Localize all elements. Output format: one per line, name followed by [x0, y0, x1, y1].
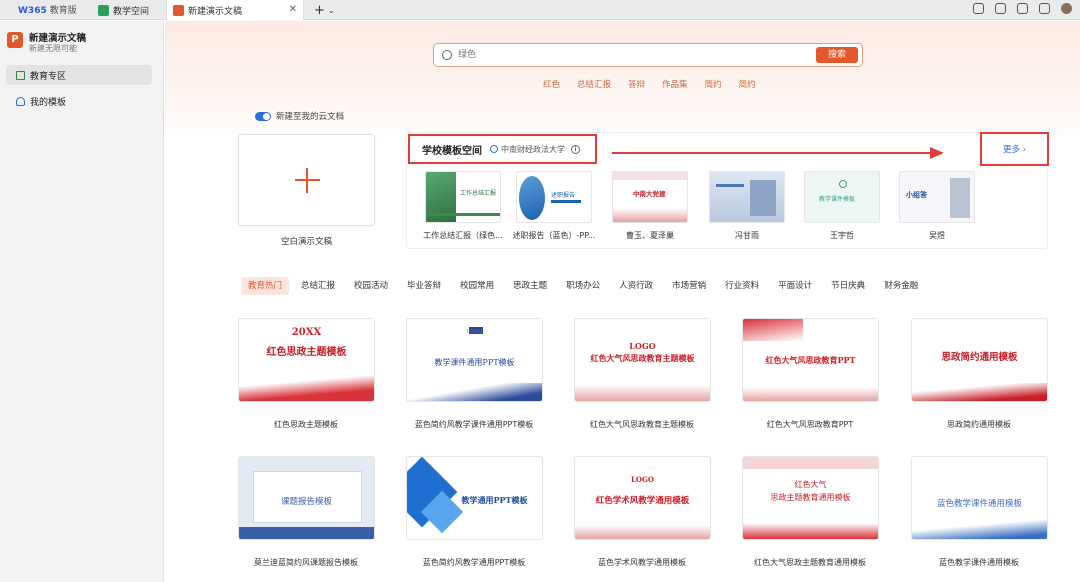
- category-tab[interactable]: 市场营销: [665, 277, 713, 295]
- sidebar-item-education[interactable]: 教育专区: [6, 65, 152, 85]
- template-card[interactable]: 教学通用PPT模板: [406, 456, 543, 540]
- template-card[interactable]: LOGO 教学课件通用PPT模板: [406, 318, 543, 402]
- template-label: 蓝色教学课件通用模板: [939, 558, 1019, 567]
- school-template-title: 学校模板空间 中南财经政法大学 i: [408, 134, 597, 164]
- tab-bar: W365 教育版 教学空间 新建演示文稿 ✕ + ⌄: [0, 0, 1080, 20]
- avatar[interactable]: [1061, 3, 1072, 14]
- university-icon: [490, 145, 498, 153]
- tab-workspace[interactable]: 教学空间: [92, 0, 166, 20]
- school-template-label: 工作总结汇报（绿色...: [423, 231, 503, 240]
- template-card[interactable]: 思政简约通用模板: [911, 318, 1048, 402]
- presentation-app-icon: P: [7, 32, 23, 48]
- window-tools: [973, 3, 1072, 14]
- doc-subtitle: 新建无限可能: [29, 44, 77, 53]
- school-template-thumb[interactable]: 工作总结汇报: [425, 171, 501, 223]
- main-content: 搜索 红色 总结汇报 答辩 作品集 简约 简约 新建至我的云文档 空白演示文稿 …: [165, 21, 1080, 582]
- education-icon: [16, 70, 25, 80]
- new-tab-button[interactable]: + ⌄: [308, 0, 335, 20]
- school-template-thumb[interactable]: 教学课件模板: [804, 171, 880, 223]
- tag-item[interactable]: 简约: [705, 78, 722, 90]
- doc-title: 新建演示文稿: [29, 33, 87, 44]
- brand-suffix: 教育版: [49, 6, 77, 16]
- template-card[interactable]: LOGO 红色大气风思政教育主题模板: [574, 318, 711, 402]
- tag-item[interactable]: 作品集: [662, 78, 688, 90]
- cloud-save-option: 新建至我的云文档: [255, 110, 344, 122]
- school-template-label: 王宇哲: [830, 231, 854, 240]
- category-tabs: 教育热门 总结汇报 校园活动 毕业答辩 校园常用 思政主题 职场办公 人资行政 …: [241, 277, 930, 297]
- category-tab[interactable]: 职场办公: [559, 277, 607, 295]
- template-label: 红色大气思政主题教育通用模板: [754, 558, 866, 567]
- category-tab[interactable]: 财务金融: [877, 277, 925, 295]
- template-label: 思政简约通用模板: [947, 420, 1011, 429]
- template-card[interactable]: 20XX 红色思政主题模板: [238, 318, 375, 402]
- search-bar: 搜索: [433, 43, 863, 67]
- cube-icon[interactable]: [1039, 3, 1050, 14]
- school-template-label: 吴煜: [929, 231, 945, 240]
- category-tab[interactable]: 平面设计: [771, 277, 819, 295]
- school-template-thumb[interactable]: [709, 171, 785, 223]
- category-tab[interactable]: 思政主题: [506, 277, 554, 295]
- blank-presentation-label: 空白演示文稿: [280, 237, 332, 247]
- template-label: 红色思政主题模板: [274, 420, 338, 429]
- search-icon: [442, 50, 452, 60]
- notification-icon[interactable]: [995, 3, 1006, 14]
- category-tab[interactable]: 校园常用: [453, 277, 501, 295]
- info-icon[interactable]: i: [571, 144, 580, 154]
- school-template-thumb[interactable]: 中南大党建: [612, 171, 688, 223]
- category-tab[interactable]: 总结汇报: [294, 277, 342, 295]
- tag-item[interactable]: 红色: [543, 78, 560, 90]
- tab-label: 教学空间: [113, 6, 150, 17]
- university-name: 中南财经政法大学: [490, 144, 565, 155]
- category-tab[interactable]: 节日庆典: [824, 277, 872, 295]
- sidebar: P 新建演示文稿 新建无限可能 教育专区 我的模板: [0, 21, 164, 582]
- template-label: 蓝色学术风教学通用模板: [598, 558, 686, 567]
- category-tab[interactable]: 教育热门: [241, 277, 290, 295]
- template-card[interactable]: LOGO 红色学术风教学通用模板: [574, 456, 711, 540]
- tag-item[interactable]: 总结汇报: [577, 78, 611, 90]
- template-label: 红色大气风思政教育PPT: [766, 420, 854, 429]
- cloud-toggle[interactable]: [255, 111, 271, 121]
- doc-header: P 新建演示文稿 新建无限可能: [7, 30, 157, 56]
- annotation-arrow: [612, 147, 944, 159]
- template-card[interactable]: 蓝色教学课件通用模板: [911, 456, 1048, 540]
- close-tab-icon[interactable]: ✕: [289, 4, 297, 15]
- hot-tags: 红色 总结汇报 答辩 作品集 简约 简约: [543, 78, 756, 90]
- more-button[interactable]: 更多 ›: [980, 132, 1049, 166]
- tag-item[interactable]: 答辩: [628, 78, 645, 90]
- category-tab[interactable]: 人资行政: [612, 277, 660, 295]
- category-tab[interactable]: 毕业答辩: [400, 277, 448, 295]
- tab-new-presentation[interactable]: 新建演示文稿 ✕: [166, 0, 304, 20]
- school-template-label: 曹玉、夏泽巢: [626, 231, 674, 240]
- category-tab[interactable]: 校园活动: [347, 277, 395, 295]
- search-input[interactable]: [458, 47, 798, 63]
- sidebar-item-label: 教育专区: [30, 71, 67, 82]
- app-brand[interactable]: W365 教育版: [18, 3, 77, 16]
- category-tab[interactable]: 行业资料: [718, 277, 766, 295]
- search-button[interactable]: 搜索: [816, 47, 858, 63]
- template-card[interactable]: 课题报告模板: [238, 456, 375, 540]
- template-card[interactable]: 红色大气 思政主题教育通用模板: [742, 456, 879, 540]
- blank-presentation-card[interactable]: [238, 134, 375, 226]
- school-template-label: 述职报告（蓝色）-PP...: [512, 231, 596, 240]
- template-label: 蓝色简约风教学课件通用PPT模板: [414, 420, 534, 429]
- template-label: 红色大气风思政教育主题模板: [590, 420, 694, 429]
- sidebar-item-label: 我的模板: [30, 97, 67, 108]
- chevron-down-icon[interactable]: ⌄: [328, 6, 335, 15]
- window-icon[interactable]: [1017, 3, 1028, 14]
- school-template-thumb[interactable]: 述职报告: [516, 171, 592, 223]
- workspace-icon: [98, 4, 109, 16]
- template-card[interactable]: 红色大气风思政教育PPT: [742, 318, 879, 402]
- tab-label: 新建演示文稿: [188, 6, 243, 17]
- plus-icon: [295, 168, 320, 193]
- template-label: 蓝色简约风教学通用PPT模板: [422, 558, 526, 567]
- school-template-label: 冯甘雨: [735, 231, 759, 240]
- user-icon: [16, 96, 25, 106]
- presentation-icon: [173, 4, 184, 16]
- template-label: 莫兰迪蓝简约风课题报告模板: [254, 558, 358, 567]
- school-template-thumb[interactable]: 小组答: [899, 171, 975, 223]
- tag-item[interactable]: 简约: [739, 78, 756, 90]
- message-icon[interactable]: [973, 3, 984, 14]
- cloud-toggle-label: 新建至我的云文档: [276, 112, 345, 122]
- sidebar-item-my-templates[interactable]: 我的模板: [6, 91, 152, 111]
